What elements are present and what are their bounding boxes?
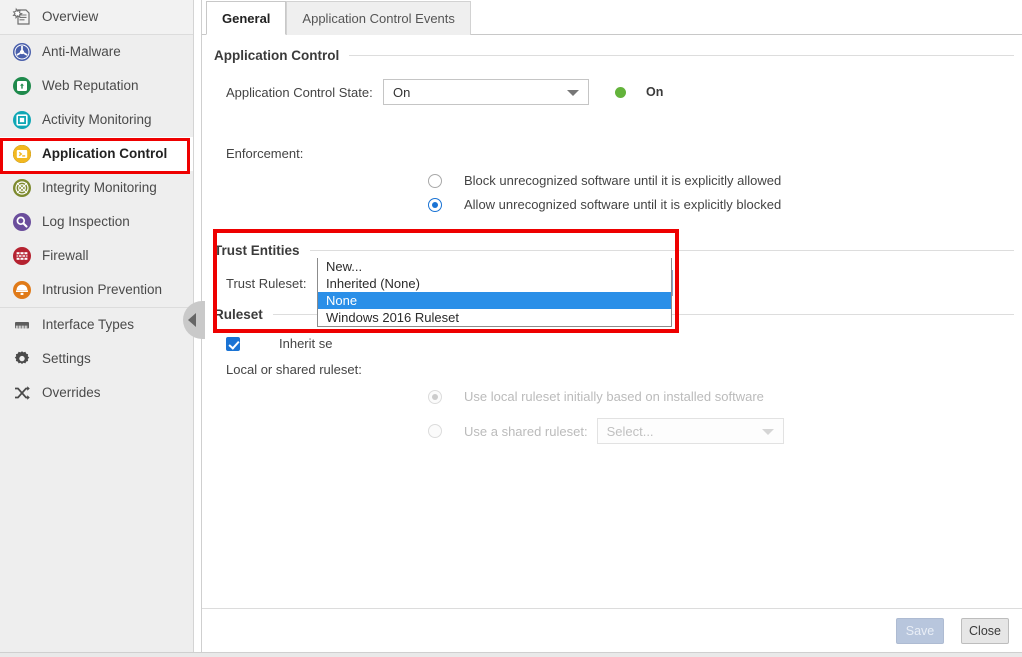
dropdown-option-windows-2016-ruleset[interactable]: Windows 2016 Ruleset <box>318 309 671 326</box>
tab-general[interactable]: General <box>206 1 286 35</box>
radio-use-shared-ruleset <box>428 424 442 438</box>
save-button[interactable]: Save <box>896 618 944 644</box>
sidebar-item-firewall[interactable]: Firewall <box>0 239 193 273</box>
enforcement-option-allow[interactable]: Allow unrecognized software until it is … <box>428 197 781 212</box>
close-button[interactable]: Close <box>961 618 1009 644</box>
chevron-down-icon <box>762 429 774 435</box>
sidebar-collapse-handle[interactable] <box>183 301 205 339</box>
sidebar-item-intrusion-prevention[interactable]: Intrusion Prevention <box>0 273 193 307</box>
shared-ruleset-placeholder: Select... <box>607 424 654 439</box>
radio-block-unrecognized-label: Block unrecognized software until it is … <box>464 173 781 188</box>
sidebar-item-web-reputation[interactable]: Web Reputation <box>0 69 193 103</box>
application-control-state-label: Application Control State: <box>226 85 383 100</box>
window-bottom-strip <box>0 652 1022 657</box>
section-divider <box>349 55 1014 56</box>
sidebar-item-overview[interactable]: Overview <box>0 0 193 34</box>
application-control-state-value: On <box>393 85 410 100</box>
radio-use-shared-ruleset-label: Use a shared ruleset: <box>464 424 588 439</box>
trust-ruleset-dropdown-list[interactable]: New... Inherited (None) None Windows 201… <box>317 258 672 327</box>
application-control-icon <box>12 144 32 164</box>
sidebar-item-label: Settings <box>42 352 91 366</box>
sidebar-nav: Overview Anti-Malware <box>0 0 194 652</box>
sidebar-item-label: Firewall <box>42 249 89 263</box>
intrusion-prevention-icon <box>12 280 32 300</box>
local-or-shared-label: Local or shared ruleset: <box>226 362 362 377</box>
sidebar-item-label: Web Reputation <box>42 79 139 93</box>
sidebar-item-overrides[interactable]: Overrides <box>0 376 193 410</box>
sidebar-item-interface-types[interactable]: Interface Types <box>0 308 193 342</box>
inherit-settings-label: Inherit se <box>279 336 332 351</box>
radio-allow-unrecognized-label: Allow unrecognized software until it is … <box>464 197 781 212</box>
radio-use-local-ruleset <box>428 390 442 404</box>
interface-types-icon <box>12 315 32 335</box>
radio-use-local-ruleset-label: Use local ruleset initially based on ins… <box>464 389 764 404</box>
sidebar-item-settings[interactable]: Settings <box>0 342 193 376</box>
inherit-settings-checkbox[interactable] <box>226 337 240 351</box>
sidebar-item-label: Interface Types <box>42 318 134 332</box>
dropdown-option-none[interactable]: None <box>318 292 671 309</box>
section-title: Trust Entities <box>214 243 310 258</box>
section-application-control-header: Application Control <box>214 48 1014 63</box>
chevron-down-icon <box>567 90 579 96</box>
sidebar-item-anti-malware[interactable]: Anti-Malware <box>0 35 193 69</box>
sidebar-item-integrity-monitoring[interactable]: Integrity Monitoring <box>0 171 193 205</box>
log-inspection-icon <box>12 212 32 232</box>
enforcement-label: Enforcement: <box>226 146 303 161</box>
sidebar-item-label: Integrity Monitoring <box>42 181 157 195</box>
radio-block-unrecognized[interactable] <box>428 174 442 188</box>
tab-application-control-events[interactable]: Application Control Events <box>286 1 470 35</box>
integrity-monitoring-icon <box>12 178 32 198</box>
application-window: Overview Anti-Malware <box>0 0 1022 657</box>
sidebar-item-label: Application Control <box>42 147 167 161</box>
section-title: Ruleset <box>214 307 273 322</box>
overview-icon <box>12 7 32 27</box>
use-shared-ruleset-row: Use a shared ruleset: Select... <box>428 418 784 444</box>
application-control-state-row: Application Control State: On On <box>226 79 663 105</box>
shared-ruleset-select: Select... <box>597 418 784 444</box>
dialog-footer: Save Close <box>202 608 1022 652</box>
sidebar-item-label: Overrides <box>42 386 101 400</box>
chevron-left-icon <box>188 313 196 327</box>
inherit-settings-row[interactable]: Inherit se <box>226 336 332 351</box>
use-local-ruleset-row: Use local ruleset initially based on ins… <box>428 389 764 404</box>
sidebar-item-label: Intrusion Prevention <box>42 283 162 297</box>
enforcement-option-block[interactable]: Block unrecognized software until it is … <box>428 173 781 188</box>
web-reputation-icon <box>12 76 32 96</box>
sidebar-item-label: Activity Monitoring <box>42 113 152 127</box>
activity-monitoring-icon <box>12 110 32 130</box>
trust-ruleset-label: Trust Ruleset: <box>226 276 318 291</box>
sidebar-item-activity-monitoring[interactable]: Activity Monitoring <box>0 103 193 137</box>
status-indicator-dot <box>615 87 626 98</box>
sidebar-item-label: Overview <box>42 10 98 24</box>
section-trust-entities-header: Trust Entities <box>214 243 1014 258</box>
sidebar-item-log-inspection[interactable]: Log Inspection <box>0 205 193 239</box>
radio-allow-unrecognized[interactable] <box>428 198 442 212</box>
overrides-shuffle-icon <box>12 383 32 403</box>
tab-bar: General Application Control Events <box>202 0 1022 35</box>
dropdown-option-new[interactable]: New... <box>318 258 671 275</box>
sidebar-item-label: Anti-Malware <box>42 45 121 59</box>
firewall-icon <box>12 246 32 266</box>
status-indicator-text: On <box>646 85 663 99</box>
dropdown-option-inherited-none[interactable]: Inherited (None) <box>318 275 671 292</box>
anti-malware-icon <box>12 42 32 62</box>
section-divider <box>310 250 1014 251</box>
sidebar-item-label: Log Inspection <box>42 215 130 229</box>
section-title: Application Control <box>214 48 349 63</box>
sidebar-item-application-control[interactable]: Application Control <box>0 137 193 171</box>
settings-gear-icon <box>12 349 32 369</box>
tab-content-general: Application Control Application Control … <box>202 35 1022 652</box>
application-control-state-select[interactable]: On <box>383 79 589 105</box>
